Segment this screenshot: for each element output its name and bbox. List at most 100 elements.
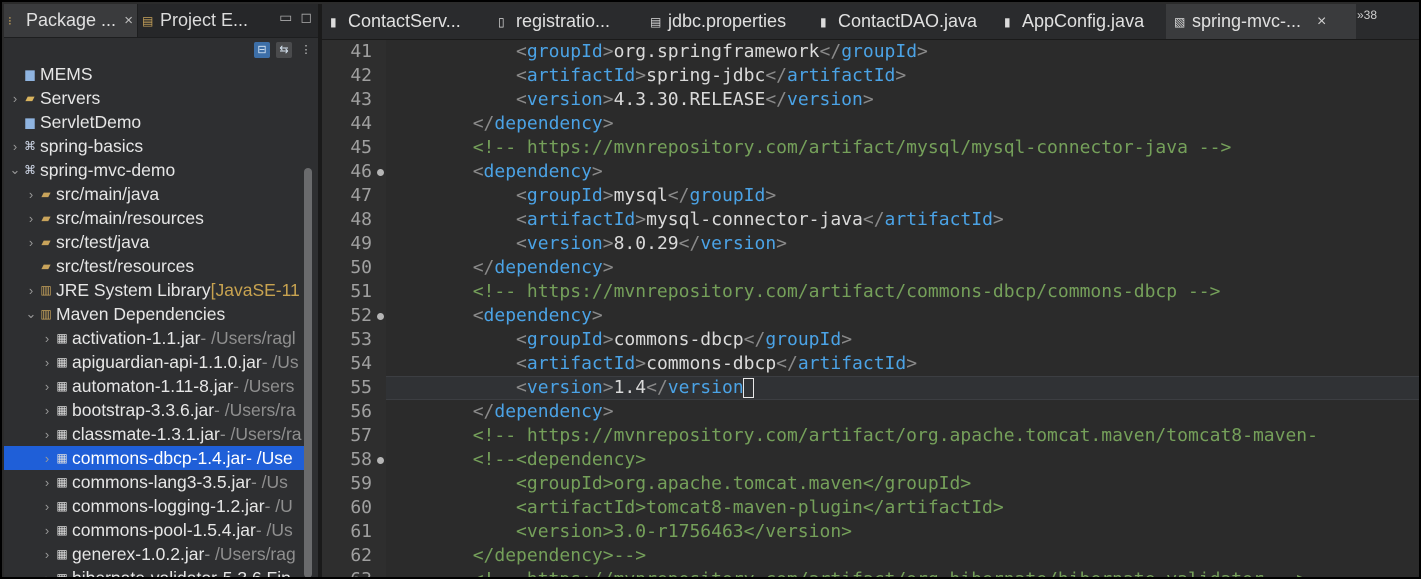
chevron-right-icon[interactable]: › [40, 523, 54, 538]
code-line[interactable]: <version>3.0-r1756463</version> [386, 520, 1419, 544]
link-with-editor-icon[interactable]: ⇆ [276, 42, 292, 58]
code-line[interactable]: </dependency> [386, 112, 1419, 136]
code-line[interactable]: </dependency> [386, 400, 1419, 424]
tree-item[interactable]: › ▦ bootstrap-3.3.6.jar - /Users/ra [4, 398, 304, 422]
tree-item[interactable]: ⌄ ▥ Maven Dependencies [4, 302, 304, 326]
fold-marker-icon[interactable] [377, 169, 384, 176]
xml-bracket: </ [743, 329, 766, 350]
tree-item[interactable]: › ▦ generex-1.0.2.jar - /Users/rag [4, 542, 304, 566]
minimize-icon[interactable]: ▭ [279, 9, 292, 26]
xml-tag-name: artifactId [526, 209, 636, 230]
view-controls: ▭ ◻ [279, 9, 312, 26]
chevron-right-icon[interactable]: › [40, 331, 54, 346]
line-number: 50 [322, 256, 386, 280]
tree-item[interactable]: › ▰ src/main/resources [4, 206, 304, 230]
code-line[interactable]: <artifactId>commons-dbcp</artifactId> [386, 352, 1419, 376]
tree-item[interactable]: › ▦ commons-dbcp-1.4.jar - /Use [4, 446, 304, 470]
tree-item[interactable]: › ▰ src/main/java [4, 182, 304, 206]
chevron-right-icon[interactable]: › [24, 211, 38, 226]
chevron-right-icon[interactable]: › [8, 91, 22, 106]
tree-item[interactable]: ⌄ ⌘ spring-mvc-demo [4, 158, 304, 182]
jar-icon: ▦ [56, 571, 68, 579]
current-line[interactable]: <version>1.4</version [386, 376, 1419, 400]
code-line[interactable]: <!-- https://mvnrepository.com/artifact/… [386, 568, 1419, 577]
fold-marker-icon[interactable] [377, 457, 384, 464]
code-line[interactable]: <!-- https://mvnrepository.com/artifact/… [386, 136, 1419, 160]
chevron-right-icon[interactable]: › [40, 403, 54, 418]
xml-bracket: < [516, 65, 527, 86]
xml-bracket: > [602, 113, 614, 134]
chevron-right-icon[interactable]: › [40, 451, 54, 466]
view-menu-icon[interactable]: ⋮ [298, 42, 314, 58]
editor-tab[interactable]: ▧ spring-mvc-... × [1166, 4, 1356, 39]
code-line[interactable]: <!--<dependency> [386, 448, 1419, 472]
editor-tab[interactable]: ▮ AppConfig.java [996, 4, 1166, 39]
tree-item[interactable]: › ▦ activation-1.1.jar - /Users/ragl [4, 326, 304, 350]
code-line[interactable]: <artifactId>mysql-connector-java</artifa… [386, 208, 1419, 232]
tree-item[interactable]: ▰ src/test/resources [4, 254, 304, 278]
chevron-right-icon[interactable]: › [40, 571, 54, 578]
close-icon[interactable]: × [1317, 13, 1326, 31]
xml-tag-name: dependency [483, 305, 592, 326]
code-line[interactable]: </dependency> [386, 256, 1419, 280]
chevron-right-icon[interactable]: › [24, 283, 38, 298]
code-line[interactable]: <groupId>org.springframework</groupId> [386, 40, 1419, 64]
chevron-right-icon[interactable]: › [40, 547, 54, 562]
xml-tag-name: version [667, 377, 744, 398]
editor-tab[interactable]: ▯ registratio... [490, 4, 642, 39]
chevron-right-icon[interactable]: › [40, 379, 54, 394]
line-number: 41 [322, 40, 386, 64]
code-line[interactable]: <dependency> [386, 160, 1419, 184]
code-line[interactable]: <!-- https://mvnrepository.com/artifact/… [386, 280, 1419, 304]
code-area[interactable]: <groupId>org.springframework</groupId> <… [386, 40, 1419, 577]
tree-item[interactable]: › ▦ automaton-1.11-8.jar - /Users [4, 374, 304, 398]
chevron-right-icon[interactable]: › [24, 187, 38, 202]
code-line[interactable]: <version>4.3.30.RELEASE</version> [386, 88, 1419, 112]
tree-item[interactable]: › ▦ apiguardian-api-1.1.0.jar - /Us [4, 350, 304, 374]
tree-item[interactable]: › ▰ src/test/java [4, 230, 304, 254]
chevron-right-icon[interactable]: › [40, 355, 54, 370]
chevron-right-icon[interactable]: › [24, 235, 38, 250]
code-line[interactable]: <dependency> [386, 304, 1419, 328]
chevron-down-icon[interactable]: ⌄ [8, 162, 22, 178]
xml-tag-name: groupId [526, 185, 603, 206]
editor-tab[interactable]: ▮ ContactServ... [322, 4, 490, 39]
tree-item[interactable]: › ▰ Servers [4, 86, 304, 110]
tree-item[interactable]: ▆ MEMS [4, 62, 304, 86]
fold-marker-icon[interactable] [377, 313, 384, 320]
code-line[interactable]: <!-- https://mvnrepository.com/artifact/… [386, 424, 1419, 448]
tree-item[interactable]: › ▦ commons-pool-1.5.4.jar - /Us [4, 518, 304, 542]
tree-item[interactable]: › ▦ classmate-1.3.1.jar - /Users/ra [4, 422, 304, 446]
close-icon[interactable]: × [124, 12, 133, 29]
tree-scrollbar[interactable] [304, 64, 312, 577]
editor-tab[interactable]: ▤ jdbc.properties [642, 4, 812, 39]
chevron-down-icon[interactable]: ⌄ [24, 306, 38, 322]
tree-item[interactable]: › ▦ commons-lang3-3.5.jar - /Us [4, 470, 304, 494]
editor-tab[interactable]: ▮ ContactDAO.java [812, 4, 996, 39]
tree-item[interactable]: › ⌘ spring-basics [4, 134, 304, 158]
chevron-right-icon[interactable]: › [40, 427, 54, 442]
maximize-icon[interactable]: ◻ [300, 9, 312, 26]
tree-item[interactable]: › ▥ JRE System Library [JavaSE-11 [4, 278, 304, 302]
code-line[interactable]: <groupId>commons-dbcp</groupId> [386, 328, 1419, 352]
tree-item[interactable]: › ▦ commons-logging-1.2.jar - /U [4, 494, 304, 518]
code-line[interactable]: <artifactId>spring-jdbc</artifactId> [386, 64, 1419, 88]
chevron-right-icon[interactable]: › [40, 475, 54, 490]
xml-text: mysql [613, 185, 668, 206]
line-number-text: 56 [350, 401, 372, 422]
chevron-right-icon[interactable]: › [8, 139, 22, 154]
tab-overflow-button[interactable]: »38 [1357, 8, 1377, 22]
code-line[interactable]: <groupId>mysql</groupId> [386, 184, 1419, 208]
tree-item[interactable]: › ▦ hibernate-validator-5.3.6.Fin [4, 566, 304, 579]
tree-item[interactable]: ▆ ServletDemo [4, 110, 304, 134]
code-line[interactable]: <groupId>org.apache.tomcat.maven</groupI… [386, 472, 1419, 496]
collapse-all-icon[interactable]: ⊟ [254, 42, 270, 58]
line-number-text: 42 [350, 65, 372, 86]
scrollbar-thumb[interactable] [304, 168, 312, 577]
chevron-right-icon[interactable]: › [40, 499, 54, 514]
code-line[interactable]: <version>8.0.29</version> [386, 232, 1419, 256]
tab-package-explorer[interactable]: ⁝ Package ... × [4, 4, 138, 37]
code-line[interactable]: <artifactId>tomcat8-maven-plugin</artifa… [386, 496, 1419, 520]
code-line[interactable]: </dependency>--> [386, 544, 1419, 568]
tab-project-explorer[interactable]: ▤ Project E... [138, 4, 272, 37]
